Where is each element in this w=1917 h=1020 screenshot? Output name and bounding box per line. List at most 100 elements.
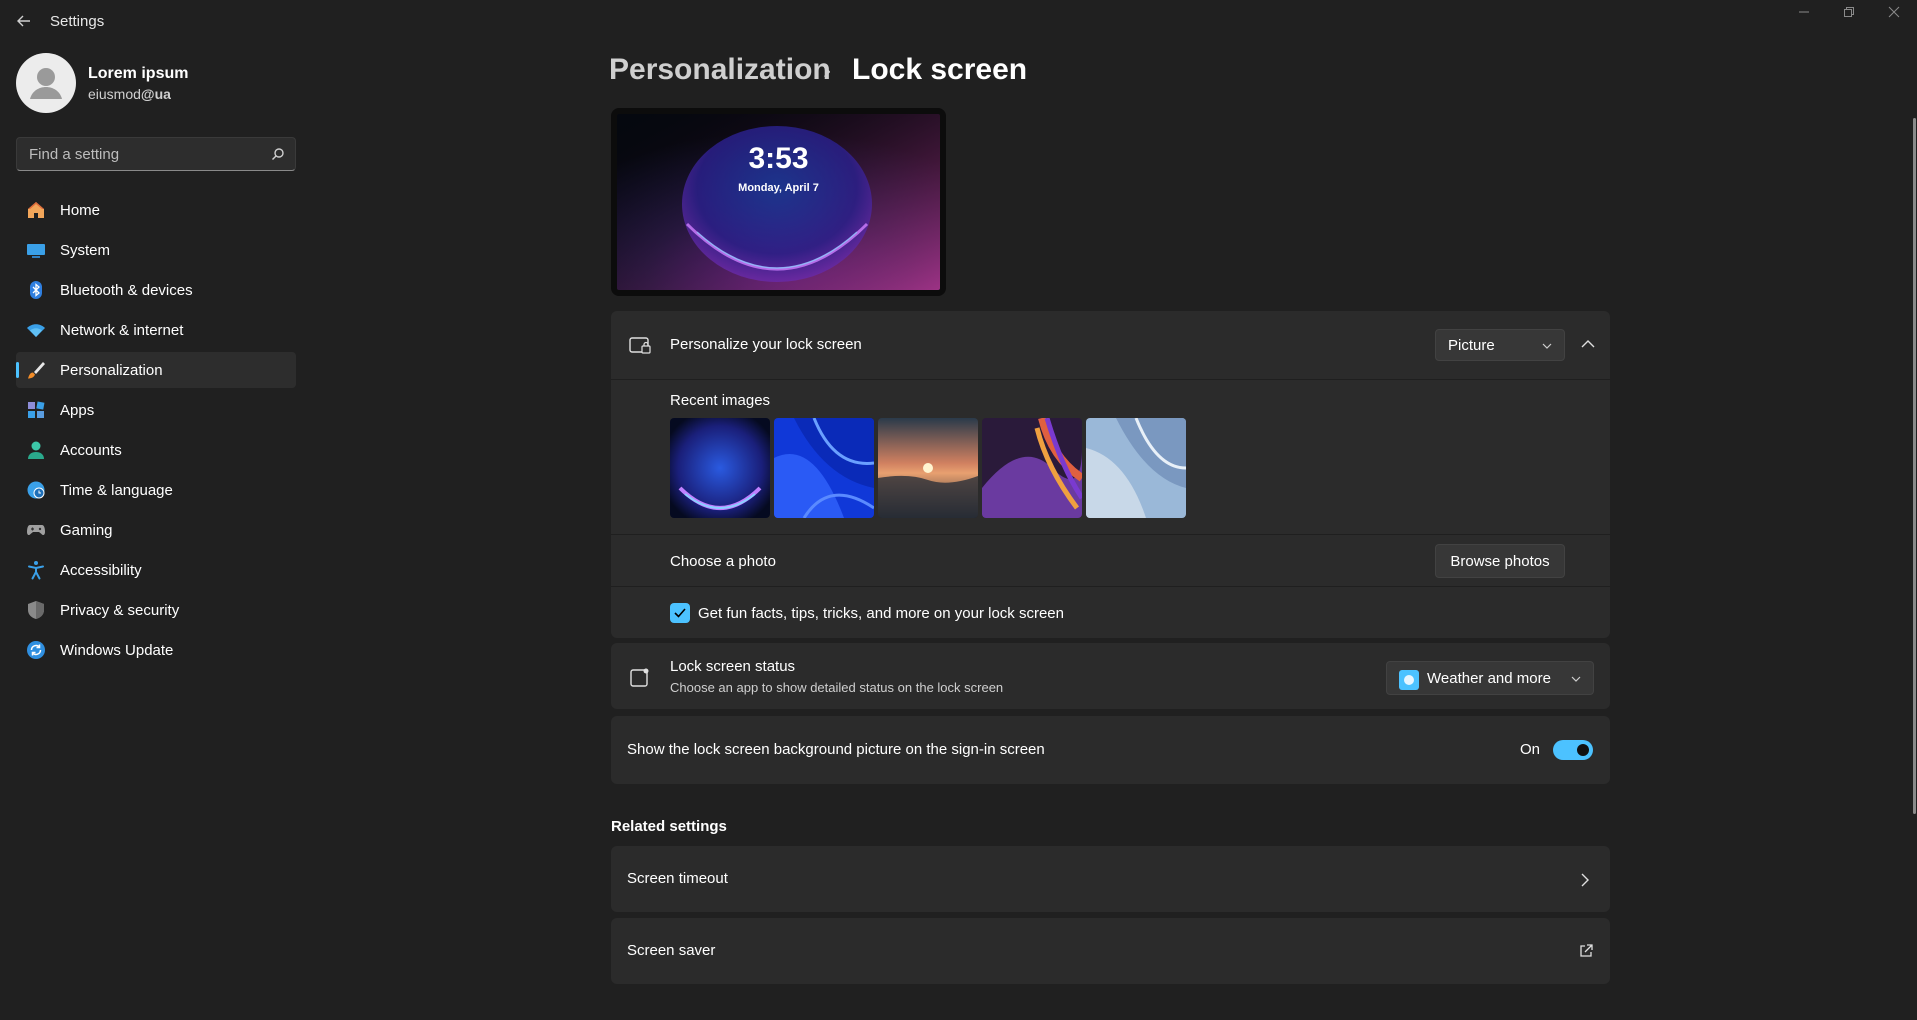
lock-screen-status-value: Weather and more	[1427, 669, 1551, 687]
breadcrumb-parent[interactable]: Personalization	[609, 53, 831, 87]
sidebar-item-gaming[interactable]: Gaming	[16, 512, 296, 548]
related-item-label: Screen timeout	[627, 870, 728, 887]
weather-icon	[1399, 670, 1419, 690]
chevron-right-icon	[1581, 873, 1589, 887]
related-settings-title: Related settings	[611, 818, 727, 835]
preview-date: Monday, April 7	[738, 182, 819, 194]
personalize-dropdown[interactable]: Picture	[1435, 329, 1565, 361]
scrollbar[interactable]	[1913, 118, 1916, 814]
personalize-header-row[interactable]: Personalize your lock screen Picture	[611, 311, 1610, 379]
recent-image-thumbnail[interactable]	[1086, 418, 1186, 518]
sidebar-item-accessibility[interactable]: Accessibility	[16, 552, 296, 588]
breadcrumb-separator: ›	[823, 57, 831, 84]
divider	[611, 534, 1610, 535]
shield-icon	[26, 600, 46, 620]
back-arrow-icon	[17, 15, 30, 27]
recent-image-thumbnail[interactable]	[774, 418, 874, 518]
minimize-icon	[1799, 11, 1809, 13]
sidebar-item-personalization[interactable]: Personalization	[16, 352, 296, 388]
gamepad-icon	[26, 520, 46, 540]
sidebar-item-label: Gaming	[60, 521, 113, 539]
divider	[611, 586, 1610, 587]
sidebar-item-label: Privacy & security	[60, 601, 180, 619]
user-email-prefix: eiusmod	[88, 86, 141, 102]
chevron-down-icon	[1571, 676, 1581, 682]
restore-icon	[1844, 7, 1854, 17]
sidebar-item-network[interactable]: Network & internet	[16, 312, 296, 348]
apps-icon	[26, 400, 46, 420]
close-icon	[1888, 6, 1900, 18]
personalize-lock-screen-card: Personalize your lock screen Picture Rec…	[611, 311, 1610, 638]
sidebar-item-label: Windows Update	[60, 641, 174, 659]
personalize-label: Personalize your lock screen	[670, 336, 862, 353]
recent-image-thumbnail[interactable]	[670, 418, 770, 518]
lock-screen-icon	[629, 337, 651, 354]
choose-photo-label: Choose a photo	[670, 553, 776, 570]
lock-screen-status-description: Choose an app to show detailed status on…	[670, 680, 1004, 695]
user-email: eiusmod@ua	[88, 86, 171, 102]
lock-screen-status-card: Lock screen status Choose an app to show…	[611, 643, 1610, 709]
brush-icon	[26, 360, 46, 380]
checkmark-icon	[674, 608, 686, 618]
search-icon[interactable]	[271, 147, 285, 161]
signin-toggle-state: On	[1520, 741, 1541, 758]
sidebar-item-label: Apps	[60, 401, 95, 419]
sidebar-item-label: Home	[60, 201, 101, 219]
accessibility-icon	[26, 560, 46, 580]
person-icon	[26, 440, 46, 460]
back-button[interactable]	[12, 10, 36, 34]
signin-background-card: Show the lock screen background picture …	[611, 716, 1610, 784]
sidebar-item-time-language[interactable]: Time & language	[16, 472, 296, 508]
sidebar-nav: Home System Bluetooth & devices Network …	[16, 192, 296, 672]
sidebar-item-label: Time & language	[60, 481, 173, 499]
sidebar-item-system[interactable]: System	[16, 232, 296, 268]
avatar[interactable]	[16, 53, 76, 113]
divider	[611, 379, 1610, 380]
lock-screen-preview: 3:53 Monday, April 7	[611, 108, 946, 296]
search-input[interactable]	[27, 145, 261, 164]
browse-photos-button[interactable]: Browse photos	[1435, 544, 1565, 578]
recent-images-label: Recent images	[670, 392, 771, 409]
page-title: Lock screen	[852, 53, 1028, 86]
user-silhouette-icon	[30, 68, 62, 99]
monitor-icon	[26, 240, 46, 260]
external-link-icon	[1580, 944, 1593, 957]
signin-background-toggle[interactable]	[1553, 740, 1593, 760]
lock-screen-status-label: Lock screen status	[670, 658, 796, 675]
preview-time: 3:53	[748, 142, 809, 175]
recent-image-thumbnail[interactable]	[878, 418, 978, 518]
minimize-button[interactable]	[1782, 2, 1826, 24]
recent-image-thumbnail[interactable]	[982, 418, 1082, 518]
title-bar: Settings	[0, 0, 1917, 44]
chevron-up-icon[interactable]	[1581, 339, 1595, 349]
related-item-label: Screen saver	[627, 942, 716, 959]
sidebar-item-label: Network & internet	[60, 321, 184, 339]
fun-facts-checkbox[interactable]	[670, 603, 690, 623]
related-item-screen-saver[interactable]: Screen saver	[611, 918, 1610, 984]
chevron-down-icon	[1542, 343, 1552, 349]
sidebar-item-label: Accounts	[60, 441, 122, 459]
related-item-screen-timeout[interactable]: Screen timeout	[611, 846, 1610, 912]
sidebar-item-label: Personalization	[60, 361, 163, 379]
user-name: Lorem ipsum	[88, 65, 189, 82]
sidebar-item-label: System	[60, 241, 111, 259]
sidebar-item-windows-update[interactable]: Windows Update	[16, 632, 296, 668]
globe-clock-icon	[26, 480, 46, 500]
sidebar-item-home[interactable]: Home	[16, 192, 296, 228]
sidebar-item-accounts[interactable]: Accounts	[16, 432, 296, 468]
toggle-knob	[1577, 744, 1589, 756]
sidebar-item-label: Accessibility	[60, 561, 142, 579]
sidebar-item-apps[interactable]: Apps	[16, 392, 296, 428]
status-app-icon	[630, 668, 649, 687]
sidebar-item-privacy[interactable]: Privacy & security	[16, 592, 296, 628]
wifi-icon	[26, 320, 46, 340]
app-title: Settings	[50, 13, 105, 30]
sidebar-item-bluetooth[interactable]: Bluetooth & devices	[16, 272, 296, 308]
bluetooth-icon	[26, 280, 46, 300]
close-button[interactable]	[1872, 2, 1916, 24]
preview-wallpaper	[617, 114, 940, 290]
signin-background-label: Show the lock screen background picture …	[627, 741, 1045, 758]
search-box	[16, 137, 296, 171]
restore-button[interactable]	[1827, 2, 1871, 24]
lock-screen-status-dropdown[interactable]: Weather and more	[1386, 661, 1594, 695]
